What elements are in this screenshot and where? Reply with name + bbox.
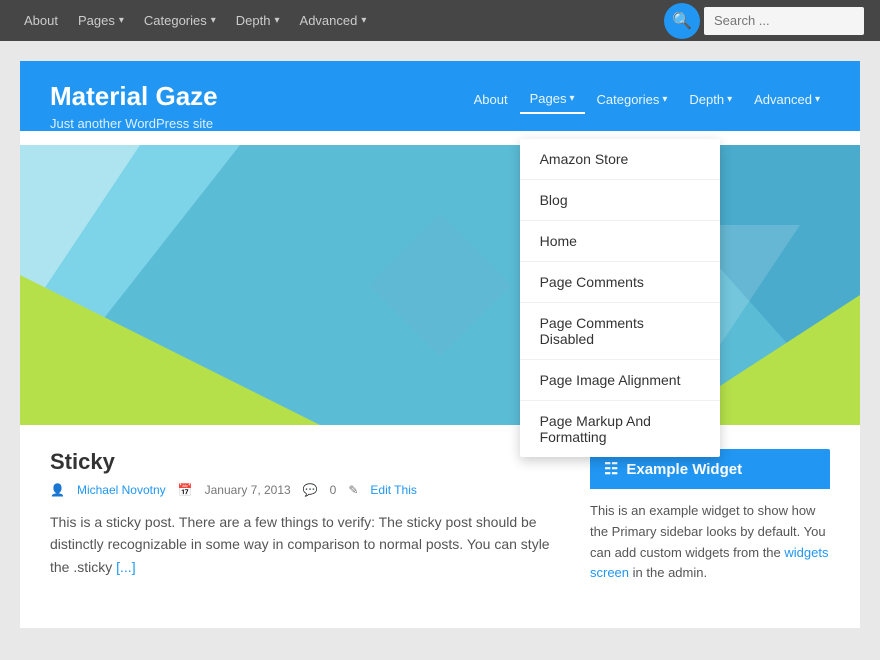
site-nav-depth-chevron: ▾ <box>727 94 732 105</box>
pages-dropdown-menu: Amazon Store Blog Home Page Comments Pag… <box>520 139 720 457</box>
admin-nav-pages-label: Pages <box>78 13 115 28</box>
site-nav-about-label: About <box>474 92 508 107</box>
site-nav-pages[interactable]: Pages ▾ <box>520 85 585 114</box>
hero-shape-3 <box>20 275 320 425</box>
search-area: 🔍 <box>664 3 864 39</box>
post-author-icon: 👤 <box>50 483 65 497</box>
post-edit-icon: ✎ <box>348 483 358 497</box>
site-nav-pages-wrapper: Pages ▾ Amazon Store Blog Home Page Comm… <box>520 85 585 114</box>
admin-nav-categories-label: Categories <box>144 13 207 28</box>
site-container: Material Gaze Just another WordPress sit… <box>20 61 860 628</box>
admin-nav-depth[interactable]: Depth ▾ <box>228 0 288 41</box>
post-author[interactable]: Michael Novotny <box>77 483 166 497</box>
post-edit-link[interactable]: Edit This <box>370 483 416 497</box>
search-input[interactable] <box>704 7 864 35</box>
admin-nav-categories-chevron: ▾ <box>211 15 216 26</box>
site-nav-categories[interactable]: Categories ▾ <box>587 86 678 113</box>
admin-nav-advanced[interactable]: Advanced ▾ <box>292 0 375 41</box>
admin-nav-depth-label: Depth <box>236 13 271 28</box>
widget-body: This is an example widget to show how th… <box>590 489 830 584</box>
admin-nav-advanced-chevron: ▾ <box>361 15 366 26</box>
site-nav-advanced-chevron: ▾ <box>815 94 820 105</box>
post-date: January 7, 2013 <box>205 483 291 497</box>
post-excerpt: This is a sticky post. There are a few t… <box>50 511 566 578</box>
site-nav-depth-label: Depth <box>689 92 724 107</box>
widget-icon: ☷ <box>604 459 618 479</box>
dropdown-amazon-store[interactable]: Amazon Store <box>520 139 720 180</box>
site-nav-depth[interactable]: Depth ▾ <box>679 86 742 113</box>
page-outer: Material Gaze Just another WordPress sit… <box>0 41 880 648</box>
search-icon: 🔍 <box>672 11 692 31</box>
post-date-icon: 📅 <box>178 483 193 497</box>
admin-nav-about-label: About <box>24 13 58 28</box>
sidebar: ☷ Example Widget This is an example widg… <box>590 449 830 604</box>
admin-bar: About Pages ▾ Categories ▾ Depth ▾ Advan… <box>0 0 880 41</box>
post-read-more[interactable]: [...] <box>116 559 135 575</box>
admin-bar-nav: About Pages ▾ Categories ▾ Depth ▾ Advan… <box>16 0 644 41</box>
content-area: Sticky 👤 Michael Novotny 📅 January 7, 20… <box>20 425 860 628</box>
widget-title: Example Widget <box>626 461 742 478</box>
post-comments: 0 <box>330 483 337 497</box>
admin-nav-depth-chevron: ▾ <box>275 15 280 26</box>
admin-nav-about[interactable]: About <box>16 0 66 41</box>
dropdown-blog[interactable]: Blog <box>520 180 720 221</box>
site-header: Material Gaze Just another WordPress sit… <box>20 61 860 131</box>
site-nav-advanced-label: Advanced <box>754 92 812 107</box>
admin-nav-pages-chevron: ▾ <box>119 15 124 26</box>
dropdown-page-comments-disabled[interactable]: Page Comments Disabled <box>520 303 720 360</box>
site-nav-about[interactable]: About <box>464 86 518 113</box>
site-nav-pages-chevron: ▾ <box>569 93 574 104</box>
dropdown-home[interactable]: Home <box>520 221 720 262</box>
dropdown-page-comments[interactable]: Page Comments <box>520 262 720 303</box>
admin-nav-pages[interactable]: Pages ▾ <box>70 0 132 41</box>
admin-nav-advanced-label: Advanced <box>300 13 358 28</box>
widget-body-after: in the admin. <box>633 565 707 580</box>
admin-nav-categories[interactable]: Categories ▾ <box>136 0 224 41</box>
site-nav-categories-chevron: ▾ <box>662 94 667 105</box>
post-comments-icon: 💬 <box>303 483 318 497</box>
site-nav-categories-label: Categories <box>597 92 660 107</box>
dropdown-page-image-alignment[interactable]: Page Image Alignment <box>520 360 720 401</box>
site-nav: About Pages ▾ Amazon Store Blog Home Pag… <box>464 85 830 114</box>
dropdown-page-markup-formatting[interactable]: Page Markup And Formatting <box>520 401 720 457</box>
search-button[interactable]: 🔍 <box>664 3 700 39</box>
hero-image <box>20 145 860 425</box>
post-title: Sticky <box>50 449 566 475</box>
site-tagline: Just another WordPress site <box>50 116 830 131</box>
main-content: Sticky 👤 Michael Novotny 📅 January 7, 20… <box>50 449 566 604</box>
site-nav-advanced[interactable]: Advanced ▾ <box>744 86 830 113</box>
post-meta: 👤 Michael Novotny 📅 January 7, 2013 💬 0 … <box>50 483 566 497</box>
widget-example: ☷ Example Widget This is an example widg… <box>590 449 830 584</box>
site-nav-pages-label: Pages <box>530 91 567 106</box>
hero-diamond <box>369 214 510 355</box>
